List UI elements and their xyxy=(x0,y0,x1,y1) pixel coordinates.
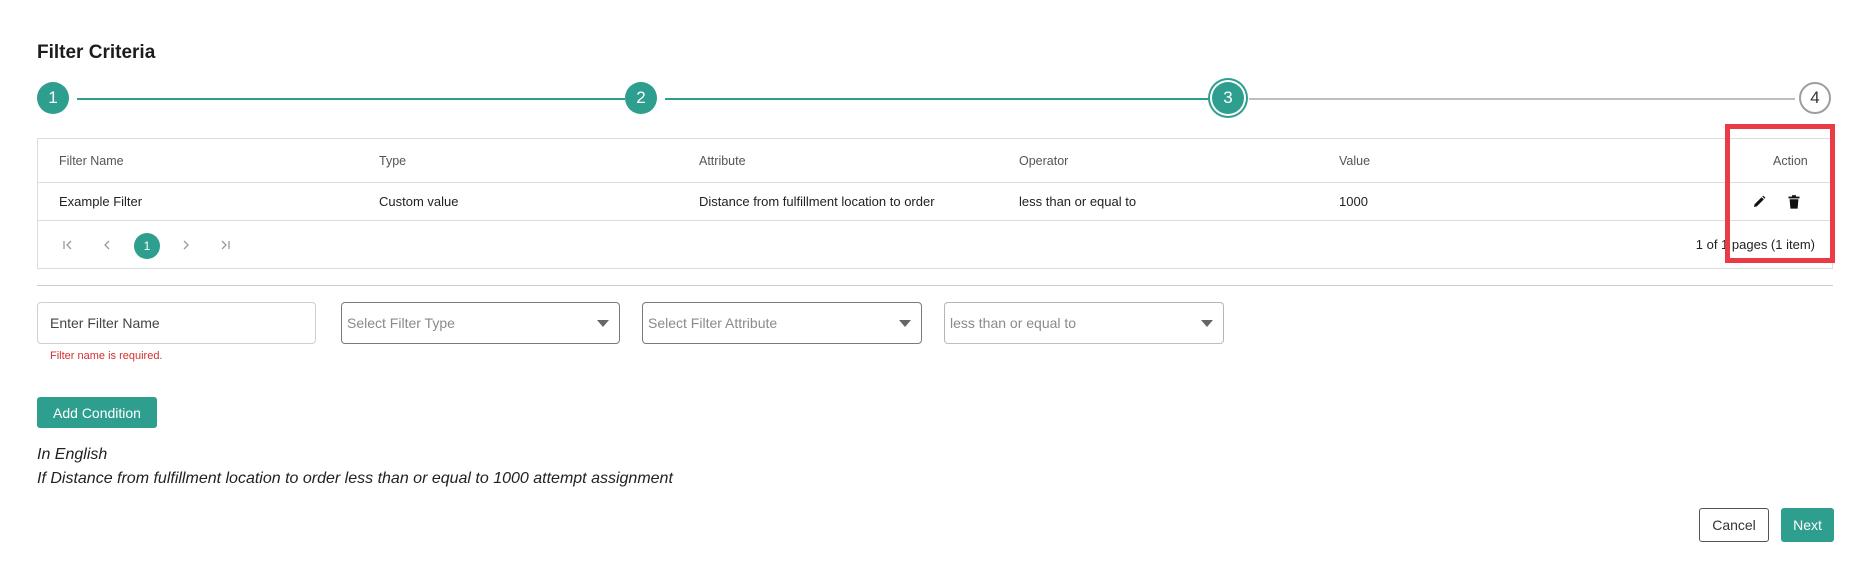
table-pager: 1 1 of 1 pages (1 item) xyxy=(38,221,1832,269)
operator-select[interactable]: less than or equal to xyxy=(944,302,1224,344)
filter-type-select[interactable]: Select Filter Type xyxy=(341,302,620,344)
chevron-down-icon xyxy=(597,320,609,327)
next-page-button[interactable] xyxy=(176,235,196,255)
column-header-attribute[interactable]: Attribute xyxy=(699,139,746,182)
cell-filter-name: Example Filter xyxy=(59,194,143,209)
page-number-button[interactable]: 1 xyxy=(134,233,160,259)
wizard-stepper: 1 2 3 4 xyxy=(37,82,1833,116)
step-connector-1-2 xyxy=(77,98,625,100)
step-1[interactable]: 1 xyxy=(37,82,69,114)
filter-name-input[interactable] xyxy=(37,302,316,344)
step-connector-2-3 xyxy=(665,98,1209,100)
operator-value: less than or equal to xyxy=(950,315,1077,331)
prev-page-button[interactable] xyxy=(97,235,117,255)
step-4[interactable]: 4 xyxy=(1799,82,1831,114)
summary-text: If Distance from fulfillment location to… xyxy=(37,470,673,487)
filter-attribute-placeholder: Select Filter Attribute xyxy=(648,315,778,331)
step-3[interactable]: 3 xyxy=(1212,82,1244,114)
cell-type: Custom value xyxy=(379,194,459,209)
column-header-value[interactable]: Value xyxy=(1339,139,1370,182)
column-header-filter-name[interactable]: Filter Name xyxy=(59,139,124,182)
table-row[interactable]: Example Filter Custom value Distance fro… xyxy=(38,183,1832,221)
step-connector-3-4 xyxy=(1249,98,1795,100)
section-divider xyxy=(37,285,1833,286)
first-page-button[interactable] xyxy=(58,235,78,255)
summary-heading: In English xyxy=(37,446,108,463)
chevron-down-icon xyxy=(899,320,911,327)
filter-attribute-select[interactable]: Select Filter Attribute xyxy=(642,302,922,344)
cell-value: 1000 xyxy=(1339,194,1368,209)
filter-type-placeholder: Select Filter Type xyxy=(347,315,455,331)
column-header-operator[interactable]: Operator xyxy=(1019,139,1068,182)
action-column-highlight xyxy=(1725,124,1835,263)
step-2[interactable]: 2 xyxy=(625,82,657,114)
column-header-type[interactable]: Type xyxy=(379,139,406,182)
last-page-button[interactable] xyxy=(215,235,235,255)
filter-name-error: Filter name is required. xyxy=(50,350,163,362)
next-button[interactable]: Next xyxy=(1781,508,1834,542)
cell-attribute: Distance from fulfillment location to or… xyxy=(699,194,935,209)
filter-table: Filter Name Type Attribute Operator Valu… xyxy=(37,138,1833,269)
add-condition-button[interactable]: Add Condition xyxy=(37,397,157,428)
table-header: Filter Name Type Attribute Operator Valu… xyxy=(38,139,1832,183)
chevron-down-icon xyxy=(1201,320,1213,327)
cell-operator: less than or equal to xyxy=(1019,194,1137,209)
cancel-button[interactable]: Cancel xyxy=(1699,508,1769,542)
page-title: Filter Criteria xyxy=(37,42,156,63)
